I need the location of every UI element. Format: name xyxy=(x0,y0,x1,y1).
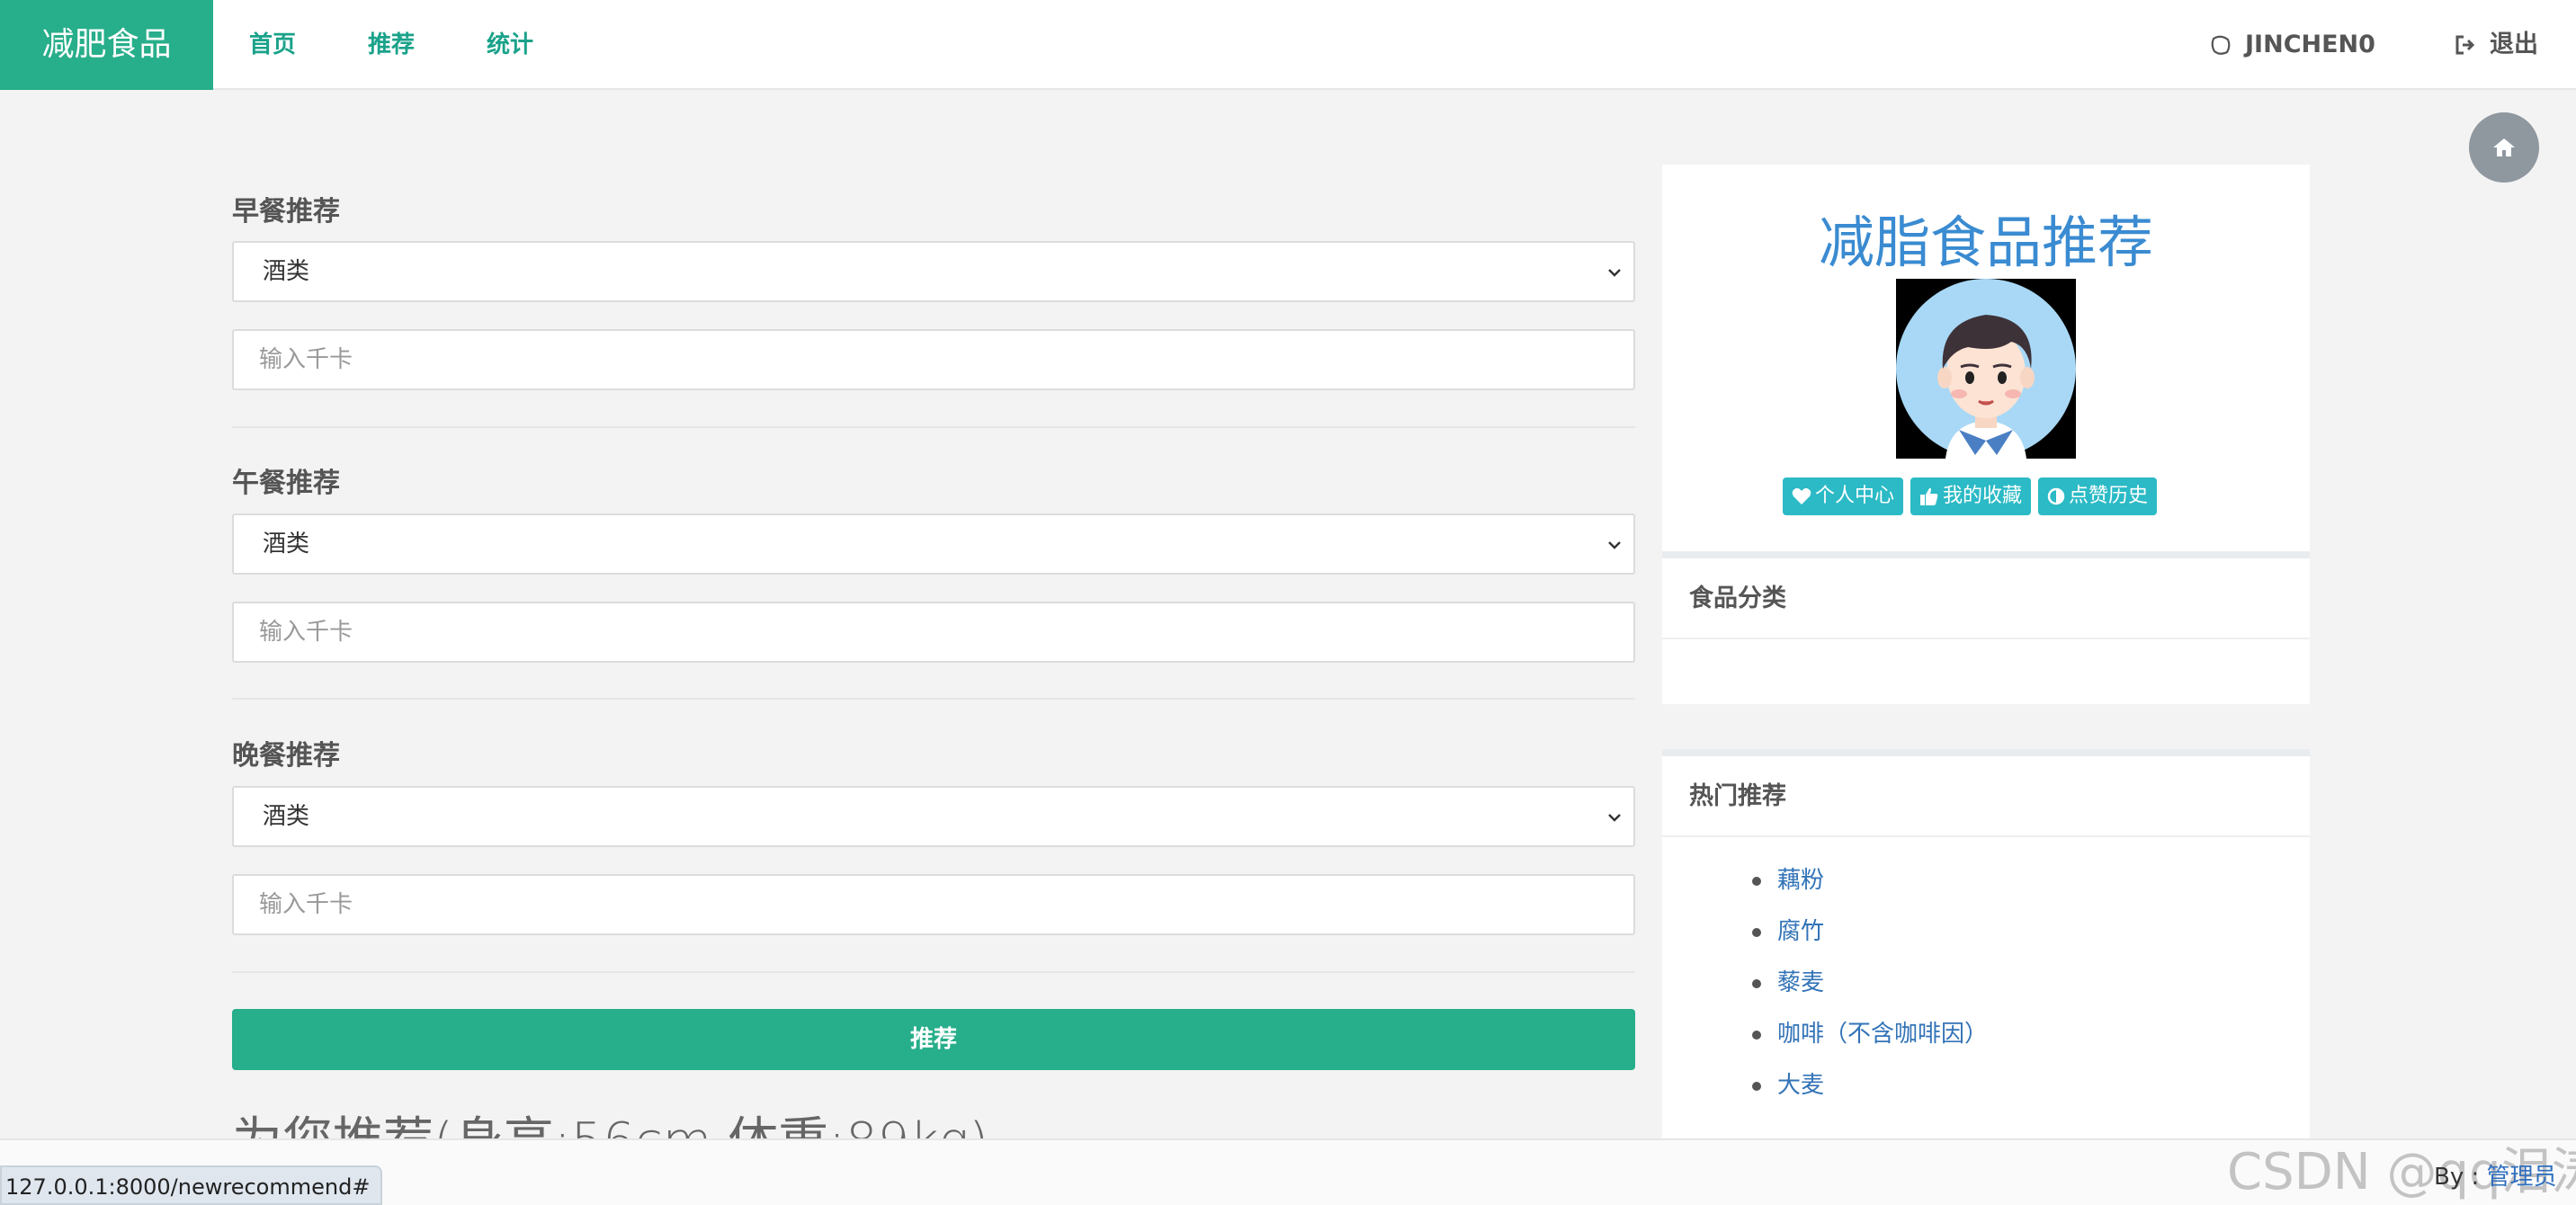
footer-bar xyxy=(0,1138,2576,1205)
breakfast-title: 早餐推荐 xyxy=(232,196,340,228)
personal-center-label: 个人中心 xyxy=(1815,485,1895,507)
home-icon xyxy=(2493,138,2515,156)
lunch-select-value: 酒类 xyxy=(263,531,310,558)
home-float-button[interactable] xyxy=(2469,112,2539,183)
top-navbar: 减肥食品 首页 推荐 统计 JINCHEN0 退出 xyxy=(0,0,2576,90)
chevron-down-icon xyxy=(1608,269,1621,277)
hot-item[interactable]: 腐竹 xyxy=(1752,906,2310,958)
hot-item[interactable]: 咖啡（不含咖啡因） xyxy=(1752,1009,2310,1060)
panel-separator xyxy=(1662,551,2310,558)
panel-title: 减脂食品推荐 xyxy=(1818,210,2153,275)
bullet xyxy=(1752,876,1761,886)
hot-item-label[interactable]: 藕粉 xyxy=(1777,855,1824,906)
nav-link-statistics[interactable]: 统计 xyxy=(487,0,533,90)
by-label: By : xyxy=(2434,1164,2480,1191)
thumbs-up-icon xyxy=(1920,487,1938,505)
status-url: 127.0.0.1:8000/newrecommend# xyxy=(0,1165,383,1205)
lunch-select[interactable]: 酒类 xyxy=(232,513,1635,575)
user-icon xyxy=(2211,35,2231,55)
my-favorites-label: 我的收藏 xyxy=(1943,485,2023,507)
hot-title: 热门推荐 xyxy=(1662,756,2310,837)
recommend-button[interactable]: 推荐 xyxy=(232,1009,1635,1070)
logout-icon xyxy=(2455,35,2475,55)
lunch-calorie-input[interactable] xyxy=(232,602,1635,663)
hot-item-label[interactable]: 大麦 xyxy=(1777,1060,1824,1111)
profile-panel: 减脂食品推荐 个人中心 我的收藏 点赞历史 xyxy=(1662,165,2310,551)
category-panel: 食品分类 xyxy=(1662,558,2310,704)
chevron-down-icon xyxy=(1608,541,1621,549)
panel-separator xyxy=(1662,749,2310,756)
brand-logo[interactable]: 减肥食品 xyxy=(0,0,213,90)
dinner-calorie-input[interactable] xyxy=(232,874,1635,935)
breakfast-select[interactable]: 酒类 xyxy=(232,241,1635,302)
user-menu[interactable]: JINCHEN0 xyxy=(2209,0,2375,90)
hot-item-label[interactable]: 腐竹 xyxy=(1777,906,1824,958)
nav-link-home[interactable]: 首页 xyxy=(249,0,296,90)
avatar-illustration xyxy=(1896,279,2076,459)
bullet xyxy=(1752,978,1761,988)
like-history-label: 点赞历史 xyxy=(2069,485,2149,507)
nav-link-recommend[interactable]: 推荐 xyxy=(368,0,415,90)
like-history-tag[interactable]: 点赞历史 xyxy=(2038,478,2158,515)
bullet xyxy=(1752,1030,1761,1040)
bullet xyxy=(1752,1081,1761,1091)
personal-center-tag[interactable]: 个人中心 xyxy=(1783,478,1904,515)
lunch-title: 午餐推荐 xyxy=(232,468,340,499)
footer-credit: By : 管理员 xyxy=(2434,1158,2557,1192)
heart-icon xyxy=(1792,487,1811,504)
category-title: 食品分类 xyxy=(1662,558,2310,639)
hot-panel: 热门推荐 藕粉 腐竹 藜麦 咖啡（不含咖啡因） 大麦 xyxy=(1662,756,2310,1138)
divider xyxy=(232,971,1635,973)
my-favorites-tag[interactable]: 我的收藏 xyxy=(1910,478,2032,515)
hot-item[interactable]: 藜麦 xyxy=(1752,958,2310,1009)
breakfast-calorie-input[interactable] xyxy=(232,329,1635,390)
half-circle-icon xyxy=(2047,487,2065,505)
logout-label: 退出 xyxy=(2490,31,2538,58)
admin-link[interactable]: 管理员 xyxy=(2487,1164,2557,1191)
dinner-select-value: 酒类 xyxy=(263,803,310,830)
divider xyxy=(232,426,1635,428)
logout-link[interactable]: 退出 xyxy=(2454,0,2538,90)
hot-item[interactable]: 藕粉 xyxy=(1752,855,2310,906)
hot-item-label[interactable]: 咖啡（不含咖啡因） xyxy=(1777,1009,1988,1060)
hot-item-label[interactable]: 藜麦 xyxy=(1777,958,1824,1009)
dinner-title: 晚餐推荐 xyxy=(232,740,340,772)
hot-item[interactable]: 大麦 xyxy=(1752,1060,2310,1111)
breakfast-select-value: 酒类 xyxy=(263,258,310,285)
hot-list: 藕粉 腐竹 藜麦 咖啡（不含咖啡因） 大麦 xyxy=(1662,837,2310,1111)
dinner-select[interactable]: 酒类 xyxy=(232,786,1635,847)
profile-tags: 个人中心 我的收藏 点赞历史 xyxy=(1783,478,2158,515)
bullet xyxy=(1752,927,1761,937)
username-label: JINCHEN0 xyxy=(2245,31,2375,58)
avatar xyxy=(1896,279,2076,459)
divider xyxy=(232,698,1635,700)
chevron-down-icon xyxy=(1608,814,1621,822)
